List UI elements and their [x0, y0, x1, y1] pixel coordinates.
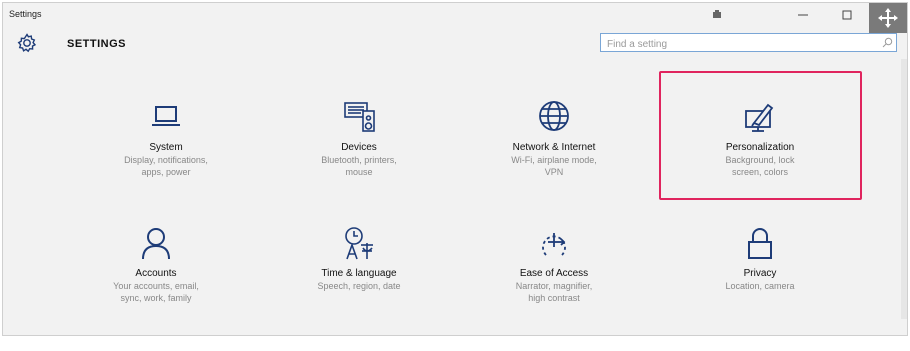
minimize-button[interactable]	[785, 3, 821, 27]
tile-title: Privacy	[743, 268, 777, 279]
tile-privacy[interactable]: Privacy Location, camera	[670, 225, 850, 335]
tile-description: Your accounts, email, sync, work, family	[113, 281, 199, 303]
tile-accounts[interactable]: Accounts Your accounts, email, sync, wor…	[66, 225, 246, 335]
search-box[interactable]	[600, 33, 897, 53]
search-icon[interactable]	[882, 37, 893, 48]
tile-time-language[interactable]: Time & language Speech, region, date	[269, 225, 449, 335]
gear-icon	[17, 33, 37, 53]
ease-of-access-icon	[542, 233, 566, 256]
tile-description: Narrator, magnifier, high contrast	[515, 281, 593, 303]
tile-description: Speech, region, date	[317, 281, 401, 291]
tile-network-internet[interactable]: Network & Internet Wi-Fi, airplane mode,…	[464, 99, 644, 209]
person-icon	[142, 228, 170, 260]
personalization-highlight-box	[659, 71, 862, 200]
tile-system[interactable]: System Display, notifications, apps, pow…	[76, 99, 256, 209]
title-bar: Settings	[3, 3, 907, 33]
tile-description: Location, camera	[725, 281, 795, 291]
tile-title: Time & language	[321, 268, 397, 279]
tile-ease-of-access[interactable]: Ease of Access Narrator, magnifier, high…	[464, 225, 644, 335]
tile-description: Wi-Fi, airplane mode, VPN	[511, 155, 597, 177]
page-title: SETTINGS	[67, 38, 127, 50]
settings-window: Settings SETTINGS Find a setting System …	[2, 2, 908, 336]
settings-header: SETTINGS	[3, 29, 907, 59]
window-title: Settings	[9, 9, 42, 19]
globe-icon	[539, 101, 569, 131]
devices-icon	[344, 102, 375, 132]
search-input[interactable]	[601, 36, 877, 53]
tile-title: System	[149, 142, 183, 153]
tablet-mode-icon[interactable]	[705, 3, 729, 27]
laptop-icon	[152, 106, 180, 126]
tile-title: Ease of Access	[519, 268, 589, 279]
scrollbar-track[interactable]	[901, 59, 907, 319]
tile-title: Devices	[341, 142, 377, 153]
tile-devices[interactable]: Devices Bluetooth, printers, mouse	[269, 99, 449, 209]
tile-title: Network & Internet	[512, 142, 596, 153]
lock-icon	[748, 228, 772, 259]
time-language-icon	[345, 227, 373, 260]
tile-description: Display, notifications, apps, power	[124, 155, 208, 177]
tile-title: Accounts	[135, 268, 177, 279]
tile-description: Bluetooth, printers, mouse	[321, 155, 397, 177]
maximize-button[interactable]	[829, 3, 865, 27]
